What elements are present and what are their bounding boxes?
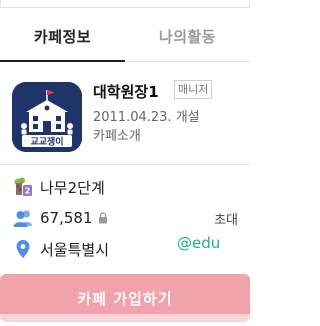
location-pin-icon (12, 238, 34, 260)
tab-cafe-info[interactable]: 카페정보 (0, 12, 125, 62)
location-row: 서울특별시 (12, 238, 109, 260)
invite-button[interactable]: 초대 (214, 209, 238, 228)
members-icon (12, 207, 34, 229)
role-badge: 매니저 (174, 80, 213, 99)
tab-my-activity[interactable]: 나의활동 (125, 12, 250, 62)
panel-top-frame (0, 0, 250, 8)
cafe-level-row[interactable]: 2 나무2단계 (12, 176, 105, 198)
cafe-level: 나무2단계 (40, 178, 105, 197)
tab-bar: 카페정보 나의활동 (0, 12, 250, 62)
bottom-fade (0, 314, 250, 326)
lock-icon (98, 212, 108, 224)
cafe-location: 서울특별시 (40, 240, 110, 259)
cafe-profile: 교교쟁이 대학원장1 매니저 2011.04.23. 개설 카페소개 (0, 62, 250, 166)
section-divider (0, 164, 250, 165)
school-building-icon: 교교쟁이 (12, 82, 82, 152)
cafe-intro-link[interactable]: 카페소개 (93, 125, 141, 144)
cafe-manager-name[interactable]: 대학원장1 (93, 81, 159, 102)
cafe-created-date: 2011.04.23. 개설 (93, 110, 200, 125)
members-row: 67,581 초대 (12, 207, 238, 229)
cafe-logo-text: 교교쟁이 (30, 136, 63, 148)
cafe-logo[interactable]: 교교쟁이 (12, 82, 82, 152)
watermark-text: @edu (177, 234, 221, 252)
svg-text:2: 2 (25, 187, 31, 196)
tree-level-icon: 2 (12, 176, 34, 198)
member-count: 67,581 (40, 209, 93, 227)
cafe-info-panel: 카페정보 나의활동 교교쟁이 대학원장1 매니저 2011.04.23. 개설 … (0, 0, 250, 326)
